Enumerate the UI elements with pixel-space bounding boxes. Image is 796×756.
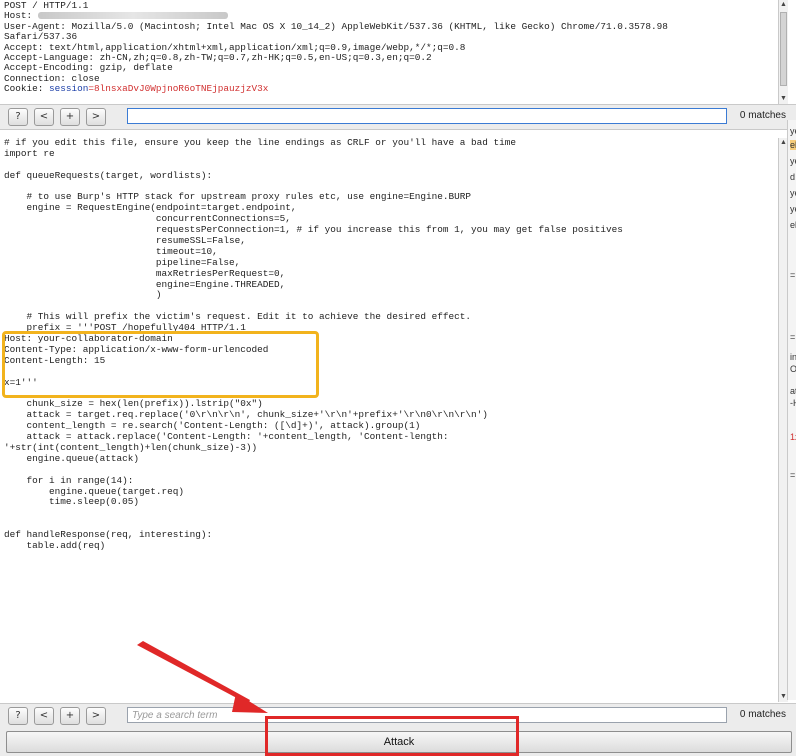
side-fragment: at — [790, 386, 796, 396]
code-line: import re — [4, 147, 55, 159]
side-fragment: el — [790, 140, 796, 150]
side-fragment: ye — [790, 204, 796, 214]
side-fragment: = — [790, 470, 796, 480]
scroll-up-arrow-icon[interactable]: ▲ — [779, 0, 788, 10]
host-label: Host: — [4, 10, 38, 22]
code-line: table.add(req) — [4, 539, 106, 551]
request-header-line: Accept-Encoding: gzip, deflate — [4, 62, 173, 74]
help-button[interactable]: ? — [8, 707, 28, 725]
side-fragment: in — [790, 352, 796, 362]
next-match-button[interactable]: > — [86, 108, 106, 126]
cookie-name: session — [49, 83, 89, 95]
request-editor[interactable]: POST / HTTP/1.1 Host: User-Agent: Mozill… — [0, 0, 778, 105]
side-fragment: ye — [790, 188, 796, 198]
request-header-line: Safari/537.36 — [4, 31, 78, 43]
previous-match-button[interactable]: < — [34, 108, 54, 126]
scroll-down-arrow-icon[interactable]: ▼ — [779, 94, 788, 104]
side-fragment: -H — [790, 398, 796, 408]
side-fragment: ye — [790, 126, 796, 136]
code-line: # if you edit this file, ensure you keep… — [4, 137, 516, 148]
code-line: time.sleep(0.05) — [4, 496, 140, 508]
options-plus-button[interactable]: + — [60, 707, 80, 725]
redacted-host — [37, 12, 228, 20]
side-panel-clipped: ye el ye d ye ye el = = in OS at -H 1x = — [787, 120, 796, 700]
request-line: POST / HTTP/1.1 — [4, 0, 89, 11]
code-line: engine.queue(attack) — [4, 452, 140, 464]
request-cookie-line: Cookie: session=8lnsxaDvJ0WpjnoR6oTNEjpa… — [0, 83, 778, 95]
side-fragment: el — [790, 220, 796, 230]
side-fragment: = — [790, 332, 796, 342]
request-header-line: User-Agent: Mozilla/5.0 (Macintosh; Inte… — [4, 20, 668, 32]
code-line: maxRetriesPerRequest=0, — [4, 267, 286, 279]
scrollbar-thumb[interactable] — [780, 12, 787, 86]
match-count: 0 matches — [739, 110, 786, 121]
code-line: def queueRequests(target, wordlists): — [4, 169, 213, 181]
code-line: def handleResponse(req, interesting): — [4, 529, 213, 541]
highlight-annotation — [2, 331, 319, 398]
request-scrollbar[interactable]: ▲ ▼ — [778, 0, 788, 104]
cookie-value: =8lnsxaDvJ0WpjnoR6oTNEjpauzjzV3x — [88, 83, 269, 95]
next-match-button[interactable]: > — [86, 707, 106, 725]
side-fragment: ye — [790, 156, 796, 166]
options-plus-button[interactable]: + — [60, 108, 80, 126]
match-count: 0 matches — [739, 709, 786, 720]
side-fragment: = — [790, 270, 796, 280]
request-search-bar: ? < + > 0 matches — [0, 104, 796, 130]
side-fragment: d — [790, 172, 796, 182]
script-editor[interactable]: # if you edit this file, ensure you keep… — [0, 130, 778, 702]
code-line: for i in range(14): — [4, 474, 134, 486]
side-fragment: 1x — [790, 432, 796, 442]
help-button[interactable]: ? — [8, 108, 28, 126]
previous-match-button[interactable]: < — [34, 707, 54, 725]
request-search-input[interactable] — [127, 108, 727, 124]
side-fragment: OS — [790, 364, 796, 374]
cookie-label: Cookie: — [4, 83, 50, 95]
code-line: ) — [4, 289, 162, 301]
attack-annotation-box — [265, 716, 519, 756]
